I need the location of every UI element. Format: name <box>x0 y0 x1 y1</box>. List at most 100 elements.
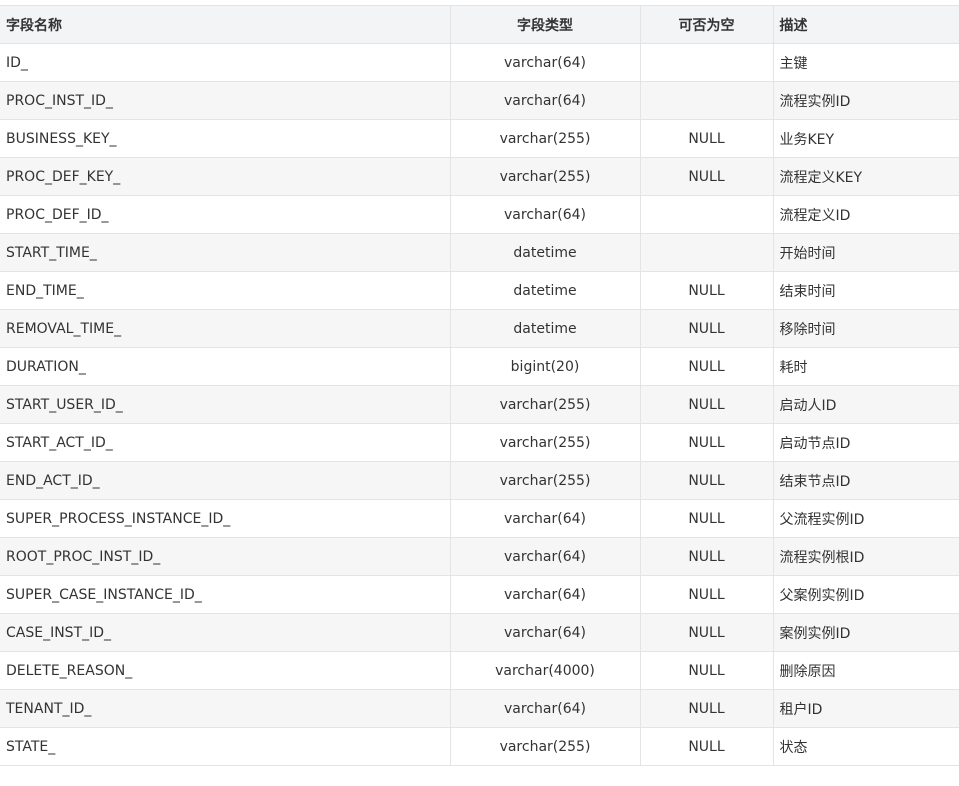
table-row: STATE_ varchar(255) NULL 状态 <box>0 727 959 766</box>
table-row: START_USER_ID_ varchar(255) NULL 启动人ID <box>0 385 959 424</box>
header-field-type: 字段类型 <box>449 5 641 44</box>
cell-field-type: varchar(64) <box>449 537 641 576</box>
cell-field-type: varchar(64) <box>449 81 641 120</box>
table-row: END_TIME_ datetime NULL 结束时间 <box>0 271 959 310</box>
cell-nullable: NULL <box>639 347 774 386</box>
table-row: SUPER_CASE_INSTANCE_ID_ varchar(64) NULL 父案… <box>0 575 959 614</box>
cell-field-name: ROOT_PROC_INST_ID_ <box>0 537 451 576</box>
cell-field-type: varchar(255) <box>449 157 641 196</box>
table-container: 字段名称 字段类型 可否为空 描述 ID_ varchar(64) 主键 PROC_I… <box>0 0 959 766</box>
cell-description: 父流程实例ID <box>772 499 959 538</box>
cell-nullable: NULL <box>639 385 774 424</box>
cell-nullable <box>639 233 774 272</box>
table-row: DELETE_REASON_ varchar(4000) NULL 删除原因 <box>0 651 959 690</box>
table-header: 字段名称 字段类型 可否为空 描述 <box>0 5 959 44</box>
cell-nullable: NULL <box>639 461 774 500</box>
cell-description: 主键 <box>772 43 959 82</box>
cell-field-name: START_USER_ID_ <box>0 385 451 424</box>
cell-nullable: NULL <box>639 499 774 538</box>
table-body: ID_ varchar(64) 主键 PROC_INST_ID_ varchar(64)… <box>0 43 959 766</box>
cell-field-name: START_TIME_ <box>0 233 451 272</box>
cell-description: 移除时间 <box>772 309 959 348</box>
cell-description: 状态 <box>772 727 959 766</box>
cell-nullable: NULL <box>639 119 774 158</box>
cell-description: 父案例实例ID <box>772 575 959 614</box>
cell-field-type: varchar(64) <box>449 689 641 728</box>
cell-field-type: varchar(64) <box>449 43 641 82</box>
header-field-name: 字段名称 <box>0 5 451 44</box>
cell-description: 耗时 <box>772 347 959 386</box>
cell-field-type: varchar(4000) <box>449 651 641 690</box>
cell-field-name: TENANT_ID_ <box>0 689 451 728</box>
cell-nullable <box>639 195 774 234</box>
cell-description: 流程实例ID <box>772 81 959 120</box>
table-row: START_TIME_ datetime 开始时间 <box>0 233 959 272</box>
table-row: REMOVAL_TIME_ datetime NULL 移除时间 <box>0 309 959 348</box>
cell-field-name: PROC_INST_ID_ <box>0 81 451 120</box>
cell-nullable: NULL <box>639 537 774 576</box>
cell-field-type: varchar(255) <box>449 423 641 462</box>
cell-description: 流程定义KEY <box>772 157 959 196</box>
table-row: CASE_INST_ID_ varchar(64) NULL 案例实例ID <box>0 613 959 652</box>
cell-nullable: NULL <box>639 309 774 348</box>
cell-field-type: varchar(255) <box>449 727 641 766</box>
cell-description: 结束时间 <box>772 271 959 310</box>
cell-description: 删除原因 <box>772 651 959 690</box>
cell-nullable <box>639 43 774 82</box>
table-row: ID_ varchar(64) 主键 <box>0 43 959 82</box>
cell-field-type: varchar(64) <box>449 613 641 652</box>
cell-description: 案例实例ID <box>772 613 959 652</box>
cell-field-name: SUPER_PROCESS_INSTANCE_ID_ <box>0 499 451 538</box>
cell-field-name: END_TIME_ <box>0 271 451 310</box>
table-row: ROOT_PROC_INST_ID_ varchar(64) NULL 流程实例根ID <box>0 537 959 576</box>
cell-field-name: ID_ <box>0 43 451 82</box>
table-row: DURATION_ bigint(20) NULL 耗时 <box>0 347 959 386</box>
cell-field-name: END_ACT_ID_ <box>0 461 451 500</box>
cell-description: 启动人ID <box>772 385 959 424</box>
cell-description: 开始时间 <box>772 233 959 272</box>
cell-description: 流程定义ID <box>772 195 959 234</box>
header-row: 字段名称 字段类型 可否为空 描述 <box>0 5 959 44</box>
table-row: START_ACT_ID_ varchar(255) NULL 启动节点ID <box>0 423 959 462</box>
cell-description: 业务KEY <box>772 119 959 158</box>
cell-field-type: datetime <box>449 271 641 310</box>
cell-field-type: bigint(20) <box>449 347 641 386</box>
table-row: PROC_DEF_KEY_ varchar(255) NULL 流程定义KEY <box>0 157 959 196</box>
cell-nullable: NULL <box>639 423 774 462</box>
cell-field-name: BUSINESS_KEY_ <box>0 119 451 158</box>
cell-field-name: STATE_ <box>0 727 451 766</box>
cell-nullable: NULL <box>639 271 774 310</box>
cell-description: 租户ID <box>772 689 959 728</box>
cell-nullable: NULL <box>639 651 774 690</box>
cell-field-type: varchar(64) <box>449 499 641 538</box>
cell-field-type: datetime <box>449 309 641 348</box>
table-row: TENANT_ID_ varchar(64) NULL 租户ID <box>0 689 959 728</box>
cell-field-name: REMOVAL_TIME_ <box>0 309 451 348</box>
table-row: END_ACT_ID_ varchar(255) NULL 结束节点ID <box>0 461 959 500</box>
cell-nullable: NULL <box>639 727 774 766</box>
cell-nullable <box>639 81 774 120</box>
cell-field-name: SUPER_CASE_INSTANCE_ID_ <box>0 575 451 614</box>
cell-description: 启动节点ID <box>772 423 959 462</box>
cell-field-name: PROC_DEF_KEY_ <box>0 157 451 196</box>
header-description: 描述 <box>772 5 959 44</box>
cell-field-type: varchar(255) <box>449 461 641 500</box>
cell-nullable: NULL <box>639 575 774 614</box>
table-row: PROC_DEF_ID_ varchar(64) 流程定义ID <box>0 195 959 234</box>
cell-description: 结束节点ID <box>772 461 959 500</box>
cell-nullable: NULL <box>639 613 774 652</box>
cell-field-name: START_ACT_ID_ <box>0 423 451 462</box>
table-row: PROC_INST_ID_ varchar(64) 流程实例ID <box>0 81 959 120</box>
cell-field-type: datetime <box>449 233 641 272</box>
cell-field-name: CASE_INST_ID_ <box>0 613 451 652</box>
header-nullable: 可否为空 <box>639 5 774 44</box>
cell-field-type: varchar(255) <box>449 119 641 158</box>
table-row: BUSINESS_KEY_ varchar(255) NULL 业务KEY <box>0 119 959 158</box>
cell-field-type: varchar(64) <box>449 575 641 614</box>
cell-description: 流程实例根ID <box>772 537 959 576</box>
cell-field-type: varchar(64) <box>449 195 641 234</box>
cell-nullable: NULL <box>639 689 774 728</box>
cell-field-type: varchar(255) <box>449 385 641 424</box>
cell-field-name: DURATION_ <box>0 347 451 386</box>
cell-field-name: PROC_DEF_ID_ <box>0 195 451 234</box>
